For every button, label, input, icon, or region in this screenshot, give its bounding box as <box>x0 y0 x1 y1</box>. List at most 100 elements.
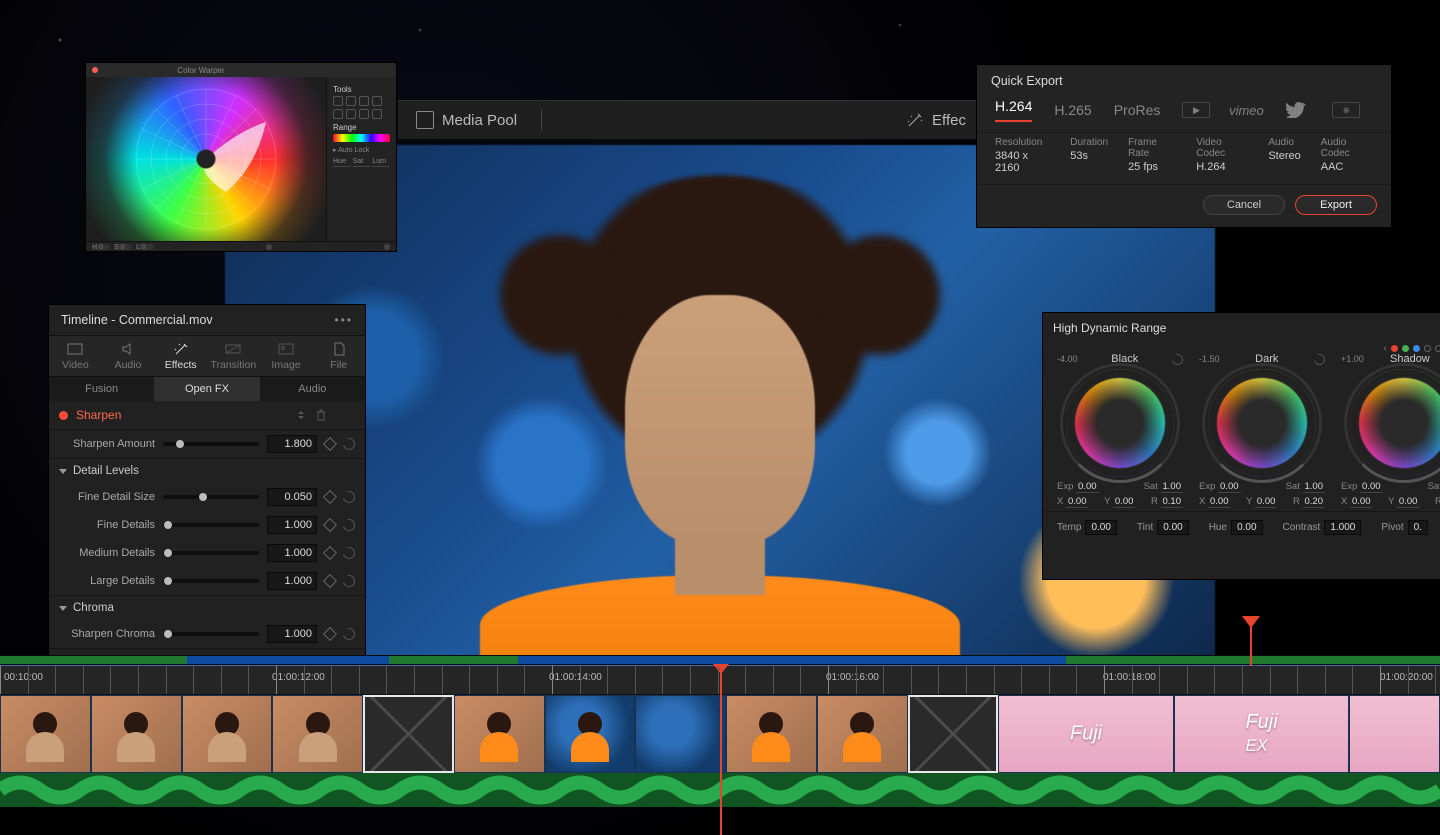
subtab-audio[interactable]: Audio <box>260 377 365 401</box>
warper-tool-icons-2[interactable] <box>333 109 390 119</box>
twitter-icon[interactable] <box>1282 102 1310 118</box>
clip[interactable] <box>635 695 726 773</box>
clip[interactable] <box>272 695 363 773</box>
keyframe-icon[interactable] <box>323 518 337 532</box>
subtab-openfx[interactable]: Open FX <box>154 377 259 401</box>
transition-clip[interactable] <box>908 695 999 773</box>
ruler-label: 01:00:20:00 <box>1380 672 1433 683</box>
clip[interactable] <box>545 695 636 773</box>
clip[interactable] <box>726 695 817 773</box>
tab-audio[interactable]: Audio <box>102 336 155 376</box>
format-h264[interactable]: H.264 <box>995 98 1032 122</box>
expand-icon[interactable] <box>295 409 307 421</box>
keyframe-icon[interactable] <box>323 574 337 588</box>
out-point-marker[interactable] <box>1250 618 1252 666</box>
slider[interactable] <box>163 632 259 636</box>
slider[interactable] <box>163 579 259 583</box>
value-input[interactable]: 1.800 <box>267 435 317 453</box>
value-input[interactable]: 1.000 <box>267 572 317 590</box>
clip[interactable]: FujiEX <box>1174 695 1350 773</box>
reset-icon[interactable] <box>341 573 357 589</box>
media-pool-button[interactable]: Media Pool <box>416 111 517 129</box>
group-chroma[interactable]: Chroma <box>49 595 365 620</box>
youtube-icon[interactable]: ▶ <box>1182 102 1210 118</box>
clip[interactable] <box>0 695 91 773</box>
lum-field[interactable]: Lum <box>372 158 390 167</box>
tab-image[interactable]: Image <box>260 336 313 376</box>
ruler-label: 00:10:00 <box>4 672 43 683</box>
format-prores[interactable]: ProRes <box>1114 102 1161 118</box>
pivot-field[interactable]: Pivot0. <box>1381 522 1428 533</box>
reset-icon[interactable] <box>341 517 357 533</box>
temp-field[interactable]: Temp0.00 <box>1057 522 1117 533</box>
group-detail-levels[interactable]: Detail Levels <box>49 458 365 483</box>
value-input[interactable]: 1.000 <box>267 516 317 534</box>
sat-field[interactable]: Sat <box>353 158 371 167</box>
vimeo-icon[interactable]: vimeo <box>1232 102 1260 118</box>
tab-transition[interactable]: Transition <box>207 336 260 376</box>
keyframe-icon[interactable] <box>323 437 337 451</box>
hue-field[interactable]: Hue <box>333 158 351 167</box>
tab-file[interactable]: File <box>312 336 365 376</box>
clip[interactable] <box>91 695 182 773</box>
trash-icon[interactable] <box>315 409 327 421</box>
slider[interactable] <box>163 495 259 499</box>
subtab-fusion[interactable]: Fusion <box>49 377 154 401</box>
color-warper-sidebar: Tools Range ▸ Auto Lock Hue Sat Lum <box>326 77 396 241</box>
chevron-left-icon[interactable]: ‹ <box>1383 343 1386 354</box>
autolock-checkbox[interactable]: ▸ Auto Lock <box>333 146 390 154</box>
reset-icon[interactable] <box>341 489 357 505</box>
color-wheel[interactable] <box>1066 369 1174 477</box>
footer-value[interactable]: L 0 <box>136 244 154 250</box>
slider[interactable] <box>163 442 259 446</box>
enable-dot-icon[interactable] <box>59 411 68 420</box>
meta-label: Audio Codec <box>1321 137 1350 159</box>
slider[interactable] <box>163 523 259 527</box>
effect-sharpen-header[interactable]: Sharpen <box>49 401 365 430</box>
footer-value[interactable]: H 0 <box>92 244 110 250</box>
format-h265[interactable]: H.265 <box>1054 102 1091 118</box>
timeline[interactable]: 00:10:00 01:00:12:00 01:00:14:00 01:00:1… <box>0 665 1440 835</box>
keyframe-icon[interactable] <box>323 490 337 504</box>
footer-value[interactable]: S 0 <box>114 244 132 250</box>
more-menu-icon[interactable]: ••• <box>334 313 353 327</box>
cancel-button[interactable]: Cancel <box>1203 195 1285 215</box>
timeline-ruler[interactable]: 00:10:00 01:00:12:00 01:00:14:00 01:00:1… <box>0 665 1440 695</box>
playhead[interactable] <box>720 666 722 696</box>
ruler-label: 01:00:18:00 <box>1103 672 1156 683</box>
value-input[interactable]: 1.000 <box>267 625 317 643</box>
effects-label: Effec <box>932 112 966 129</box>
effects-library-button[interactable]: Effec <box>906 111 966 129</box>
transition-clip[interactable] <box>363 695 454 773</box>
tint-field[interactable]: Tint0.00 <box>1137 522 1189 533</box>
reset-icon[interactable] <box>341 436 357 452</box>
tab-effects[interactable]: Effects <box>154 336 207 376</box>
reset-icon[interactable] <box>341 545 357 561</box>
keyframe-icon[interactable] <box>323 627 337 641</box>
hue-field[interactable]: Hue0.00 <box>1209 522 1263 533</box>
hdr-pager[interactable]: ‹ › <box>1383 343 1440 354</box>
clip[interactable]: Fuji <box>998 695 1174 773</box>
reset-icon[interactable] <box>341 626 357 642</box>
color-warper-titlebar[interactable]: Color Warper <box>86 63 396 77</box>
export-button[interactable]: Export <box>1295 195 1377 215</box>
warper-tool-icons[interactable] <box>333 96 390 106</box>
clip[interactable] <box>1349 695 1440 773</box>
reset-icon[interactable] <box>1312 351 1327 366</box>
color-wheel[interactable] <box>1350 369 1440 477</box>
slider[interactable] <box>163 551 259 555</box>
deliver-icon[interactable]: ⎈ <box>1332 102 1360 118</box>
value-input[interactable]: 1.000 <box>267 544 317 562</box>
clip[interactable] <box>817 695 908 773</box>
color-warper-wheel[interactable] <box>86 77 326 241</box>
keyframe-icon[interactable] <box>323 546 337 560</box>
value-input[interactable]: 0.050 <box>267 488 317 506</box>
reset-icon[interactable] <box>1170 351 1185 366</box>
playhead-line[interactable] <box>720 695 722 835</box>
hue-bar[interactable] <box>333 134 390 142</box>
tab-video[interactable]: Video <box>49 336 102 376</box>
contrast-field[interactable]: Contrast1.000 <box>1283 522 1362 533</box>
color-wheel[interactable] <box>1208 369 1316 477</box>
clip[interactable] <box>454 695 545 773</box>
clip[interactable] <box>182 695 273 773</box>
